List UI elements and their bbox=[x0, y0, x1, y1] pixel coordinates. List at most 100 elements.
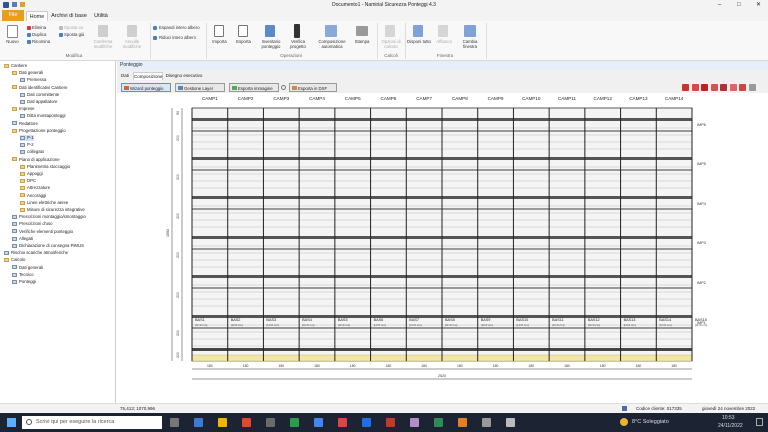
tab-archivi[interactable]: Archivi di base bbox=[50, 11, 88, 21]
tree-item[interactable]: Tecnico bbox=[12, 272, 34, 278]
tree-item[interactable]: Premessa bbox=[20, 77, 46, 83]
tree-item[interactable]: Planimetria stoccaggio bbox=[20, 164, 70, 170]
calc-options-button[interactable]: Opzioni di calcolo bbox=[378, 39, 404, 49]
info-icon[interactable] bbox=[281, 85, 286, 90]
tree-item[interactable]: Appoggi bbox=[20, 171, 43, 177]
tree-item[interactable]: Cantiere bbox=[4, 63, 27, 69]
confirm-button[interactable]: Conferma modifiche bbox=[88, 39, 118, 49]
tree-item[interactable]: DPC bbox=[20, 178, 36, 184]
taskbar-search[interactable]: Scrivi qui per eseguire la ricerca bbox=[22, 416, 162, 429]
taskbar-app-icon[interactable] bbox=[170, 418, 179, 427]
vertical-dimension: 200 bbox=[176, 174, 180, 180]
layer-button[interactable]: Gestione Layer bbox=[175, 83, 225, 92]
taskbar-app-icon[interactable] bbox=[386, 418, 395, 427]
tree-item[interactable]: Ditta montaponteggi bbox=[20, 113, 65, 119]
rename-button[interactable]: Rinomina bbox=[32, 39, 50, 44]
tile-button[interactable]: Affianca bbox=[431, 39, 457, 44]
taskbar-app-icon[interactable] bbox=[362, 418, 371, 427]
tree-item[interactable]: P-2 bbox=[20, 142, 34, 148]
rename-icon bbox=[27, 40, 31, 44]
view-mode-icon[interactable] bbox=[701, 84, 708, 91]
tree-item[interactable]: Ancoraggi bbox=[20, 193, 46, 199]
windows-start-icon[interactable] bbox=[7, 418, 16, 427]
document-icon bbox=[12, 121, 17, 126]
tree-item[interactable]: Dichiarazione di consegna PiMUS bbox=[12, 243, 84, 249]
taskbar-app-icon[interactable] bbox=[194, 418, 203, 427]
tree-item[interactable]: Prescrizioni d'uso bbox=[12, 221, 53, 227]
expand-tree-button[interactable]: Espandi intero albero bbox=[159, 25, 200, 30]
tab-file[interactable]: File bbox=[2, 10, 24, 21]
view-mode-icon[interactable] bbox=[710, 84, 718, 91]
tree-item[interactable]: Rischio scariche atmosferiche bbox=[4, 250, 68, 256]
tree-item[interactable]: Dati committente bbox=[20, 92, 59, 98]
notification-icon[interactable] bbox=[756, 418, 763, 426]
tree-item[interactable]: Dati appaltatore bbox=[20, 99, 57, 105]
cancel-button[interactable]: Annulla modifiche bbox=[117, 39, 147, 49]
taskbar-app-icon[interactable] bbox=[338, 418, 347, 427]
view-mode-icon[interactable] bbox=[729, 84, 737, 91]
wizard-button[interactable]: Wizard ponteggio bbox=[121, 83, 171, 92]
tree-item[interactable]: Piano di applicazione bbox=[12, 157, 60, 163]
tree-item[interactable]: Calcolo bbox=[4, 257, 25, 263]
taskbar-app-icon[interactable] bbox=[506, 418, 515, 427]
export-dxf-button[interactable]: Esporta in DXF bbox=[289, 83, 337, 92]
export-image-button[interactable]: Esporta immagine bbox=[229, 83, 279, 92]
subtab-composizione[interactable]: Composizione bbox=[133, 72, 163, 80]
taskbar-app-icon[interactable] bbox=[314, 418, 323, 427]
tree-item-label: Redattore bbox=[19, 120, 38, 126]
print-button[interactable]: Stampa bbox=[350, 39, 374, 44]
maximize-icon[interactable]: □ bbox=[737, 0, 741, 10]
delete-button[interactable]: Elimina bbox=[32, 25, 46, 30]
tree-item[interactable]: Verifiche elementi ponteggio bbox=[12, 229, 73, 235]
tree-item[interactable]: Dati generali bbox=[12, 265, 43, 271]
inventory-button[interactable]: Inventario ponteggio bbox=[256, 39, 286, 49]
tree-item[interactable]: Attrezzature bbox=[20, 185, 50, 191]
auto-composition-button[interactable]: Composizione automatica bbox=[313, 39, 351, 49]
tree-item[interactable]: Imprese bbox=[12, 106, 35, 112]
tree-item[interactable]: Linee elettriche aeree bbox=[20, 200, 68, 206]
taskbar-app-icon[interactable] bbox=[410, 418, 419, 427]
minimize-icon[interactable]: – bbox=[718, 0, 721, 10]
move-down-button[interactable]: Sposta giù bbox=[64, 32, 84, 37]
tree-item[interactable]: Ponteggi bbox=[12, 279, 36, 285]
view-mode-icon[interactable] bbox=[739, 84, 746, 91]
collapse-tree-button[interactable]: Riduci intero albero bbox=[159, 35, 196, 40]
view-mode-icon[interactable] bbox=[682, 84, 689, 91]
taskbar-app-icon[interactable] bbox=[218, 418, 227, 427]
tree-item-label: Ponteggi bbox=[19, 279, 36, 284]
tree-item[interactable]: Misure di sicurezza integrative bbox=[20, 207, 85, 213]
scaffold-drawing[interactable]: CAMP1 CAMP2 CAMP3 CAMP4 CAMP5 CAMP6 CAMP7 CAMP8… bbox=[117, 93, 768, 403]
switch-window-button[interactable]: Cambia finestra bbox=[457, 39, 483, 49]
taskbar-app-icon[interactable] bbox=[482, 418, 491, 427]
drawing-canvas[interactable]: CAMP1 CAMP2 CAMP3 CAMP4 CAMP5 CAMP6 CAMP7 CAMP8… bbox=[117, 93, 768, 403]
close-icon[interactable]: ✕ bbox=[756, 0, 761, 10]
tree-item[interactable]: Prescrizioni montaggio/smontaggio bbox=[12, 214, 86, 220]
new-button[interactable]: Nuovo bbox=[0, 39, 25, 44]
tab-utilita[interactable]: Utilità bbox=[90, 11, 112, 21]
tree-item[interactable]: collegato bbox=[20, 149, 44, 155]
taskbar-app-icon[interactable] bbox=[266, 418, 275, 427]
subtab-dati[interactable]: Dati bbox=[119, 72, 131, 80]
taskbar-app-icon[interactable] bbox=[290, 418, 299, 427]
view-mode-icon[interactable] bbox=[720, 84, 727, 91]
view-mode-icon[interactable] bbox=[691, 84, 699, 91]
tree-item[interactable]: Progettazione ponteggio bbox=[12, 128, 66, 134]
tree-item[interactable]: Redattore bbox=[12, 121, 38, 127]
taskbar-app-icon[interactable] bbox=[434, 418, 443, 427]
subtab-disegno[interactable]: Disegno esecutivo bbox=[165, 72, 203, 80]
document-icon bbox=[20, 150, 25, 155]
tree-item[interactable]: Dati identificativi Cantiere bbox=[12, 85, 67, 91]
tree-item[interactable]: P-1 bbox=[20, 135, 34, 141]
move-up-button[interactable]: Sposta su bbox=[64, 25, 83, 30]
taskbar-app-icon[interactable] bbox=[242, 418, 251, 427]
tree-item[interactable]: Dati generali bbox=[12, 70, 43, 76]
tab-home[interactable]: Home bbox=[26, 11, 48, 21]
duplicate-button[interactable]: Duplica bbox=[32, 32, 46, 37]
import-button[interactable]: Importa bbox=[207, 39, 232, 44]
arrange-all-button[interactable]: Disponi tutto bbox=[406, 39, 432, 44]
tree-item[interactable]: Allegati bbox=[12, 236, 33, 242]
verify-button[interactable]: Verifica progetto bbox=[284, 39, 312, 49]
taskbar-app-icon[interactable] bbox=[458, 418, 467, 427]
export-button[interactable]: Esporta bbox=[231, 39, 256, 44]
view-mode-icon[interactable] bbox=[748, 84, 756, 91]
